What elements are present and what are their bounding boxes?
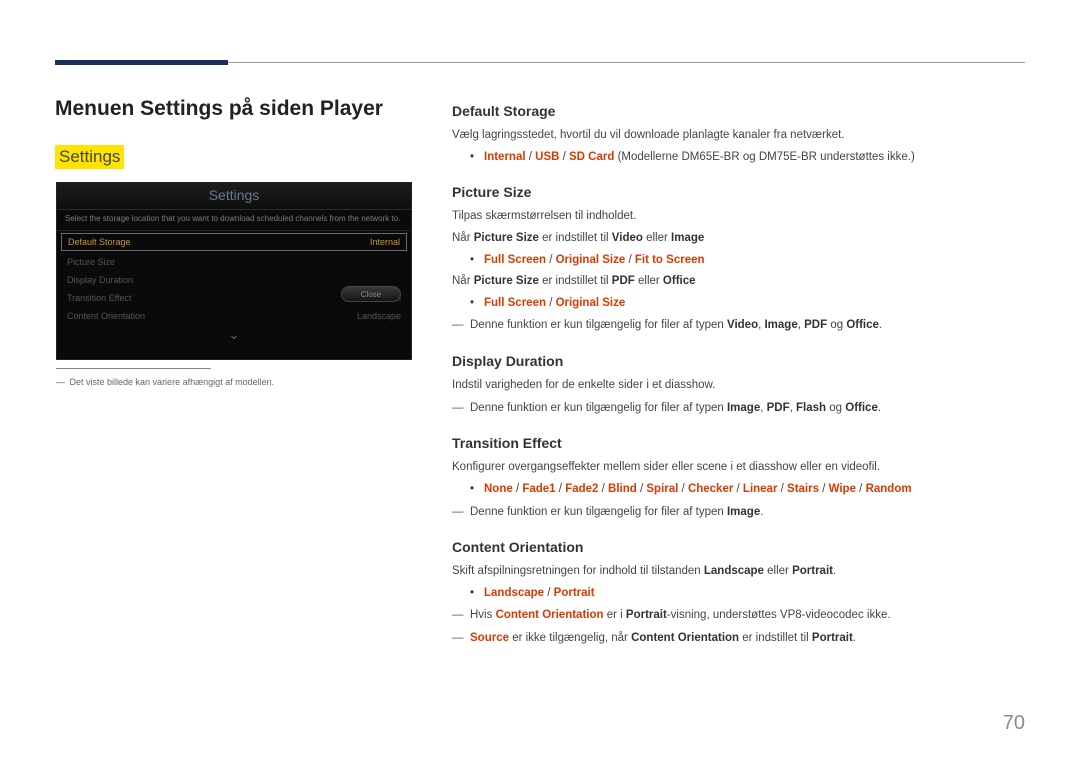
page-number: 70 xyxy=(1003,712,1025,735)
body-display-duration: Indstil varigheden for de enkelte sider … xyxy=(452,377,1020,395)
model-footnote: Det viste billede kan variere afhængigt … xyxy=(56,377,274,387)
chevron-down-icon: ⌄ xyxy=(57,325,411,343)
note-picture-size: Denne funktion er kun tilgængelig for fi… xyxy=(452,317,1020,335)
heading-content-orientation: Content Orientation xyxy=(452,539,1020,555)
page-title: Menuen Settings på siden Player xyxy=(55,97,383,121)
body-picture-size-1: Tilpas skærmstørrelsen til indholdet. xyxy=(452,208,1020,226)
panel-row-default-storage: Default Storage Internal xyxy=(61,233,407,251)
note-content-orientation-2: Source er ikke tilgængelig, når Content … xyxy=(452,630,1020,648)
close-button: Close xyxy=(341,286,401,302)
note-content-orientation-1: Hvis Content Orientation er i Portrait-v… xyxy=(452,607,1020,625)
content-column: Default Storage Vælg lagringsstedet, hvo… xyxy=(452,97,1020,653)
body-content-orientation: Skift afspilningsretningen for indhold t… xyxy=(452,563,1020,581)
body-transition-effect: Konfigurer overgangseffekter mellem side… xyxy=(452,459,1020,477)
body-picture-size-3: Når Picture Size er indstillet til PDF e… xyxy=(452,273,1020,291)
note-transition-effect: Denne funktion er kun tilgængelig for fi… xyxy=(452,504,1020,522)
subtitle-settings: Settings xyxy=(55,145,124,169)
panel-row-content-orientation: Content OrientationLandscape xyxy=(57,307,411,325)
panel-description: Select the storage location that you wan… xyxy=(57,210,411,231)
option-transition-effect: None / Fade1 / Fade2 / Blind / Spiral / … xyxy=(470,481,1020,498)
body-picture-size-2: Når Picture Size er indstillet til Video… xyxy=(452,230,1020,248)
heading-display-duration: Display Duration xyxy=(452,353,1020,369)
heading-transition-effect: Transition Effect xyxy=(452,435,1020,451)
option-picture-size-pdf: Full Screen / Original Size xyxy=(470,295,1020,312)
settings-panel-screenshot: Settings Select the storage location tha… xyxy=(56,182,412,360)
heading-picture-size: Picture Size xyxy=(452,184,1020,200)
panel-row-picture-size: Picture Size xyxy=(57,253,411,271)
option-default-storage: Internal / USB / SD Card (Modellerne DM6… xyxy=(470,149,1020,166)
heading-default-storage: Default Storage xyxy=(452,103,1020,119)
body-default-storage: Vælg lagringsstedet, hvortil du vil down… xyxy=(452,127,1020,145)
option-content-orientation: Landscape / Portrait xyxy=(470,585,1020,602)
note-display-duration: Denne funktion er kun tilgængelig for fi… xyxy=(452,400,1020,418)
option-picture-size-video: Full Screen / Original Size / Fit to Scr… xyxy=(470,252,1020,269)
panel-title: Settings xyxy=(57,183,411,210)
